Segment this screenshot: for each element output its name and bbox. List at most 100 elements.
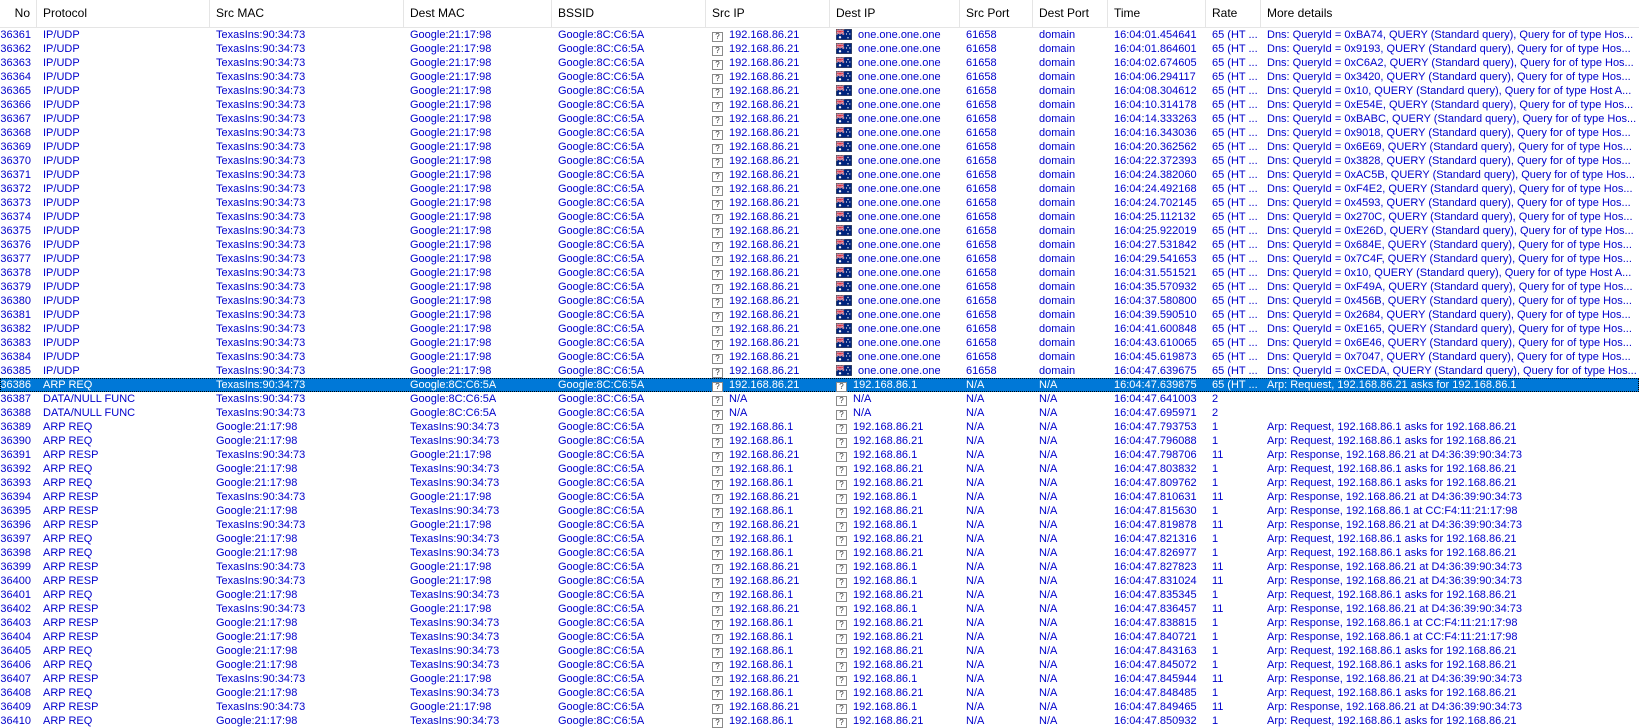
column-header-rate[interactable]: Rate [1206, 0, 1261, 27]
table-row[interactable]: 36387 DATA/NULL FUNC TexasIns:90:34:73 Goog… [0, 392, 1639, 406]
table-row[interactable]: 36395 ARP RESP Google:21:17:98 TexasIns:90:… [0, 504, 1639, 518]
cell-rate-text: 2 [1212, 393, 1219, 405]
table-row[interactable]: 36396 ARP RESP TexasIns:90:34:73 Google:21:… [0, 518, 1639, 532]
table-row[interactable]: 36410 ARP REQ Google:21:17:98 TexasIns:90:3… [0, 714, 1639, 728]
table-row[interactable]: 36393 ARP REQ Google:21:17:98 TexasIns:90:3… [0, 476, 1639, 490]
cell-src-port-text: N/A [966, 701, 985, 713]
table-row[interactable]: 36361 IP/UDP TexasIns:90:34:73 Google:21:17… [0, 28, 1639, 42]
column-header-src-port[interactable]: Src Port [960, 0, 1033, 27]
table-row[interactable]: 36377 IP/UDP TexasIns:90:34:73 Google:21:17… [0, 252, 1639, 266]
column-header-time[interactable]: Time [1108, 0, 1206, 27]
table-row[interactable]: 36375 IP/UDP TexasIns:90:34:73 Google:21:17… [0, 224, 1639, 238]
cell-src-mac-text: TexasIns:90:34:73 [216, 57, 306, 69]
table-row[interactable]: 36369 IP/UDP TexasIns:90:34:73 Google:21:17… [0, 140, 1639, 154]
table-row[interactable]: 36394 ARP RESP TexasIns:90:34:73 Google:21:… [0, 490, 1639, 504]
table-row[interactable]: 36401 ARP REQ Google:21:17:98 TexasIns:90:3… [0, 588, 1639, 602]
table-row[interactable]: 36368 IP/UDP TexasIns:90:34:73 Google:21:17… [0, 126, 1639, 140]
cell-time-text: 16:04:47.639875 [1114, 379, 1197, 391]
cell-src-mac-text: TexasIns:90:34:73 [216, 379, 306, 391]
cell-bssid-text: Google:8C:C6:5A [558, 267, 645, 279]
packet-list[interactable]: No Protocol Src MAC Dest MAC BSSID Src I… [0, 0, 1639, 728]
cell-dest-mac: Google:8C:C6:5A [404, 392, 552, 406]
cell-src-port-text: N/A [966, 589, 985, 601]
table-row[interactable]: 36402 ARP RESP TexasIns:90:34:73 Google:21:… [0, 602, 1639, 616]
table-row[interactable]: 36405 ARP REQ Google:21:17:98 TexasIns:90:3… [0, 644, 1639, 658]
cell-time: 16:04:47.639675 [1108, 364, 1206, 378]
column-header-no[interactable]: No [0, 0, 37, 27]
cell-time: 16:04:24.702145 [1108, 196, 1206, 210]
column-header-src-mac[interactable]: Src MAC [210, 0, 404, 27]
column-header-bssid[interactable]: BSSID [552, 0, 706, 27]
table-row[interactable]: 36391 ARP RESP TexasIns:90:34:73 Google:21:… [0, 448, 1639, 462]
cell-no-text: 36401 [0, 589, 31, 601]
table-row[interactable]: 36374 IP/UDP TexasIns:90:34:73 Google:21:17… [0, 210, 1639, 224]
cell-time: 16:04:01.864601 [1108, 42, 1206, 56]
cell-dest-port-text: N/A [1039, 491, 1058, 503]
column-header-src-ip[interactable]: Src IP [706, 0, 830, 27]
cell-more-details-text: Arp: Request, 192.168.86.1 asks for 192.… [1267, 687, 1517, 699]
table-row[interactable]: 36364 IP/UDP TexasIns:90:34:73 Google:21:17… [0, 70, 1639, 84]
cell-dest-ip: ? 192.168.86.21 [830, 462, 960, 476]
cell-dest-port-text: N/A [1039, 519, 1058, 531]
table-row-selected[interactable]: 36386 ARP REQ TexasIns:90:34:73 Google:8C:C… [0, 378, 1639, 392]
cell-time: 16:04:31.551521 [1108, 266, 1206, 280]
table-row[interactable]: 36389 ARP REQ Google:21:17:98 TexasIns:90:3… [0, 420, 1639, 434]
cell-time: 16:04:14.333263 [1108, 112, 1206, 126]
cell-src-ip: ? 192.168.86.21 [706, 210, 830, 224]
table-row[interactable]: 36392 ARP REQ Google:21:17:98 TexasIns:90:3… [0, 462, 1639, 476]
cell-bssid: Google:8C:C6:5A [552, 448, 706, 462]
table-row[interactable]: 36382 IP/UDP TexasIns:90:34:73 Google:21:17… [0, 322, 1639, 336]
table-row[interactable]: 36378 IP/UDP TexasIns:90:34:73 Google:21:17… [0, 266, 1639, 280]
table-row[interactable]: 36409 ARP RESP TexasIns:90:34:73 Google:21:… [0, 700, 1639, 714]
column-header-dest-port[interactable]: Dest Port [1033, 0, 1108, 27]
cell-dest-mac: Google:21:17:98 [404, 364, 552, 378]
table-row[interactable]: 36400 ARP RESP TexasIns:90:34:73 Google:21:… [0, 574, 1639, 588]
table-row[interactable]: 36383 IP/UDP TexasIns:90:34:73 Google:21:17… [0, 336, 1639, 350]
table-row[interactable]: 36379 IP/UDP TexasIns:90:34:73 Google:21:17… [0, 280, 1639, 294]
cell-bssid-text: Google:8C:C6:5A [558, 295, 645, 307]
table-row[interactable]: 36408 ARP REQ Google:21:17:98 TexasIns:90:3… [0, 686, 1639, 700]
table-row[interactable]: 36371 IP/UDP TexasIns:90:34:73 Google:21:17… [0, 168, 1639, 182]
table-row[interactable]: 36406 ARP REQ Google:21:17:98 TexasIns:90:3… [0, 658, 1639, 672]
cell-time-text: 16:04:47.838815 [1114, 617, 1197, 629]
table-row[interactable]: 36373 IP/UDP TexasIns:90:34:73 Google:21:17… [0, 196, 1639, 210]
cell-time: 16:04:47.826977 [1108, 546, 1206, 560]
column-header-protocol[interactable]: Protocol [37, 0, 210, 27]
table-row[interactable]: 36380 IP/UDP TexasIns:90:34:73 Google:21:17… [0, 294, 1639, 308]
cell-more-details-text: Arp: Response, 192.168.86.21 at D4:36:39… [1267, 603, 1523, 615]
table-row[interactable]: 36367 IP/UDP TexasIns:90:34:73 Google:21:17… [0, 112, 1639, 126]
table-row[interactable]: 36388 DATA/NULL FUNC TexasIns:90:34:73 Goog… [0, 406, 1639, 420]
table-row[interactable]: 36403 ARP RESP Google:21:17:98 TexasIns:90:… [0, 616, 1639, 630]
table-row[interactable]: 36385 IP/UDP TexasIns:90:34:73 Google:21:17… [0, 364, 1639, 378]
column-header-more-details[interactable]: More details [1261, 0, 1639, 27]
unknown-host-icon: ? [712, 60, 723, 70]
table-row[interactable]: 36366 IP/UDP TexasIns:90:34:73 Google:21:17… [0, 98, 1639, 112]
table-row[interactable]: 36372 IP/UDP TexasIns:90:34:73 Google:21:17… [0, 182, 1639, 196]
cell-time-text: 16:04:47.826977 [1114, 547, 1197, 559]
cell-dest-port: domain [1033, 154, 1108, 168]
column-header-dest-mac[interactable]: Dest MAC [404, 0, 552, 27]
table-row[interactable]: 36365 IP/UDP TexasIns:90:34:73 Google:21:17… [0, 84, 1639, 98]
cell-more-details: Dns: QueryId = 0x7C4F, QUERY (Standard q… [1261, 252, 1639, 266]
table-row[interactable]: 36384 IP/UDP TexasIns:90:34:73 Google:21:17… [0, 350, 1639, 364]
table-row[interactable]: 36399 ARP RESP TexasIns:90:34:73 Google:21:… [0, 560, 1639, 574]
column-header-dest-ip[interactable]: Dest IP [830, 0, 960, 27]
cell-protocol-text: IP/UDP [43, 141, 80, 153]
cell-dest-port-text: domain [1039, 225, 1076, 237]
table-row[interactable]: 36370 IP/UDP TexasIns:90:34:73 Google:21:17… [0, 154, 1639, 168]
cell-dest-port-text: N/A [1039, 687, 1058, 699]
cell-protocol-text: DATA/NULL FUNC [43, 393, 136, 405]
cell-bssid-text: Google:8C:C6:5A [558, 645, 645, 657]
table-row[interactable]: 36404 ARP RESP Google:21:17:98 TexasIns:90:… [0, 630, 1639, 644]
table-row[interactable]: 36407 ARP RESP TexasIns:90:34:73 Google:21:… [0, 672, 1639, 686]
cell-src-ip: ? 192.168.86.21 [706, 84, 830, 98]
cell-dest-ip-text: 192.168.86.21 [853, 533, 924, 545]
table-row[interactable]: 36390 ARP REQ Google:21:17:98 TexasIns:90:3… [0, 434, 1639, 448]
table-row[interactable]: 36381 IP/UDP TexasIns:90:34:73 Google:21:17… [0, 308, 1639, 322]
table-row[interactable]: 36363 IP/UDP TexasIns:90:34:73 Google:21:17… [0, 56, 1639, 70]
table-row[interactable]: 36376 IP/UDP TexasIns:90:34:73 Google:21:17… [0, 238, 1639, 252]
table-row[interactable]: 36362 IP/UDP TexasIns:90:34:73 Google:21:17… [0, 42, 1639, 56]
cell-bssid: Google:8C:C6:5A [552, 224, 706, 238]
table-row[interactable]: 36398 ARP REQ Google:21:17:98 TexasIns:90:3… [0, 546, 1639, 560]
table-row[interactable]: 36397 ARP REQ Google:21:17:98 TexasIns:90:3… [0, 532, 1639, 546]
